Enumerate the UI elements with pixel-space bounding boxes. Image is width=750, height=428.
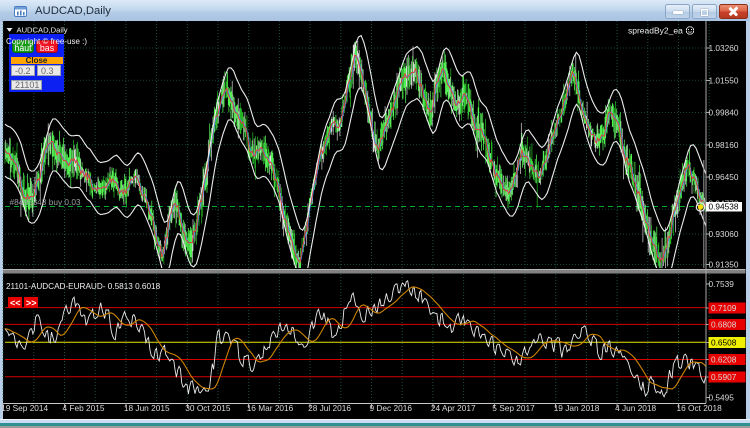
svg-text:18 Jun 2015: 18 Jun 2015 bbox=[124, 403, 170, 413]
svg-text:19 Sep 2014: 19 Sep 2014 bbox=[1, 403, 48, 413]
svg-text:9 Dec 2016: 9 Dec 2016 bbox=[370, 403, 413, 413]
svg-text:0.6508: 0.6508 bbox=[711, 337, 737, 347]
svg-text:16 Oct 2018: 16 Oct 2018 bbox=[677, 403, 723, 413]
svg-text:28 Jul 2016: 28 Jul 2016 bbox=[308, 403, 351, 413]
svg-text:0.5495: 0.5495 bbox=[709, 392, 735, 402]
svg-text:0.96450: 0.96450 bbox=[709, 172, 739, 182]
svg-text:0.7539: 0.7539 bbox=[709, 279, 735, 289]
svg-text:16 Mar 2016: 16 Mar 2016 bbox=[247, 403, 294, 413]
svg-text:4 Feb 2015: 4 Feb 2015 bbox=[63, 403, 105, 413]
svg-text:#8495343 buy 0.03: #8495343 buy 0.03 bbox=[10, 197, 81, 207]
svg-text:4 Jun 2018: 4 Jun 2018 bbox=[615, 403, 656, 413]
svg-text:24 Apr 2017: 24 Apr 2017 bbox=[431, 403, 476, 413]
svg-text:>>: >> bbox=[26, 298, 37, 308]
svg-text:0.98160: 0.98160 bbox=[709, 140, 739, 150]
svg-text:0.94538: 0.94538 bbox=[709, 202, 739, 212]
svg-text:0.6208: 0.6208 bbox=[711, 355, 737, 365]
svg-text:0.7109: 0.7109 bbox=[711, 303, 737, 313]
svg-text:21101-AUDCAD-EURAUD- 0.5813 0.: 21101-AUDCAD-EURAUD- 0.5813 0.6018 bbox=[6, 282, 161, 291]
svg-text:spreadBy2_ea: spreadBy2_ea bbox=[628, 26, 683, 36]
svg-text:1.03260: 1.03260 bbox=[709, 43, 739, 53]
svg-text:5 Sep 2017: 5 Sep 2017 bbox=[492, 403, 535, 413]
svg-text:1.01550: 1.01550 bbox=[709, 75, 739, 85]
svg-text:19 Jan 2018: 19 Jan 2018 bbox=[554, 403, 600, 413]
svg-text:0.6808: 0.6808 bbox=[711, 320, 737, 330]
svg-text:0.91350: 0.91350 bbox=[709, 260, 739, 270]
svg-text:0.99840: 0.99840 bbox=[709, 108, 739, 118]
svg-text:30 Oct 2015: 30 Oct 2015 bbox=[185, 403, 231, 413]
svg-text:<<: << bbox=[10, 298, 21, 308]
svg-text:0.93060: 0.93060 bbox=[709, 229, 739, 239]
svg-text:0.5907: 0.5907 bbox=[711, 372, 737, 382]
